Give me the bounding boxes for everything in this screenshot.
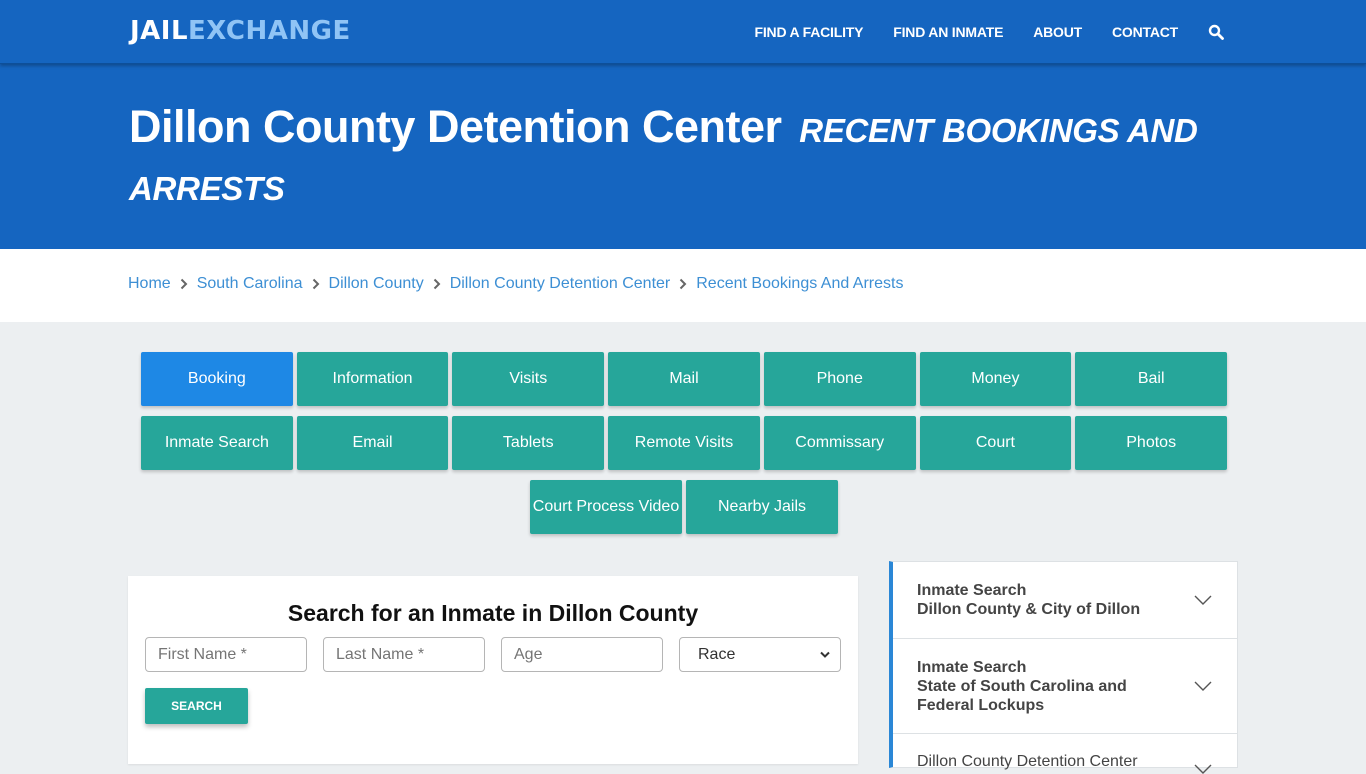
page-title: Dillon County Detention Center RECENT BO… (129, 98, 1229, 218)
accordion-item-title: Inmate Search (917, 659, 1027, 676)
search-icon[interactable] (1208, 24, 1224, 40)
breadcrumb-current[interactable]: Recent Bookings And Arrests (696, 275, 903, 293)
tile-court[interactable]: Court (919, 416, 1072, 470)
last-name-input[interactable] (323, 637, 485, 672)
facility-nav-tiles: Booking Information Visits Mail Phone Mo… (139, 352, 1229, 544)
accordion-item-title: Dillon County Detention Center (917, 753, 1138, 770)
tile-row-3: Court Process Video Nearby Jails (139, 480, 1229, 534)
logo-jail: JAIL (130, 16, 189, 46)
tile-mail[interactable]: Mail (608, 352, 760, 406)
tile-inmate-search[interactable]: Inmate Search (140, 416, 293, 470)
first-name-input[interactable] (145, 637, 307, 672)
accordion-item-title: Inmate Search (917, 582, 1027, 599)
facility-name: Dillon County Detention Center (129, 101, 782, 152)
tile-row-1: Booking Information Visits Mail Phone Mo… (139, 352, 1229, 406)
breadcrumb-home[interactable]: Home (128, 275, 171, 293)
tile-visits[interactable]: Visits (452, 352, 605, 406)
breadcrumb-facility[interactable]: Dillon County Detention Center (450, 275, 671, 293)
logo-exchange: EXCHANGE (188, 16, 351, 46)
accordion-item-subtitle: Dillon County & City of Dillon (917, 601, 1141, 618)
accordion-item-facility[interactable]: Dillon County Detention Center (893, 734, 1237, 774)
nav-find-facility[interactable]: FIND A FACILITY (755, 24, 864, 40)
breadcrumb-state[interactable]: South Carolina (197, 275, 303, 293)
accordion-item-subtitle: State of South Carolina and Federal Lock… (917, 678, 1127, 714)
tile-phone[interactable]: Phone (763, 352, 916, 406)
tile-booking[interactable]: Booking (140, 352, 293, 406)
tile-email[interactable]: Email (296, 416, 449, 470)
tile-court-process-video[interactable]: Court Process Video (530, 480, 682, 534)
chevron-down-icon (820, 651, 830, 658)
breadcrumb: Home South Carolina Dillon County Dillon… (128, 275, 903, 293)
tile-row-2: Inmate Search Email Tablets Remote Visit… (139, 416, 1229, 470)
chevron-down-icon[interactable] (1194, 595, 1212, 605)
nav-contact[interactable]: CONTACT (1112, 24, 1178, 40)
nav-links: FIND A FACILITY FIND AN INMATE ABOUT CON… (725, 0, 1224, 64)
nav-find-inmate[interactable]: FIND AN INMATE (893, 24, 1003, 40)
inmate-search-card: Search for an Inmate in Dillon County Ra… (128, 576, 858, 764)
search-button[interactable]: SEARCH (145, 688, 248, 724)
top-navbar: JAILEXCHANGE FIND A FACILITY FIND AN INM… (0, 0, 1366, 64)
breadcrumb-county[interactable]: Dillon County (329, 275, 424, 293)
tile-information[interactable]: Information (296, 352, 449, 406)
age-input[interactable] (501, 637, 663, 672)
hero-banner: Dillon County Detention Center RECENT BO… (0, 64, 1366, 249)
race-select-value: Race (698, 645, 736, 663)
tile-tablets[interactable]: Tablets (452, 416, 605, 470)
tile-remote-visits[interactable]: Remote Visits (608, 416, 760, 470)
tile-nearby-jails[interactable]: Nearby Jails (686, 480, 838, 534)
accordion-item-county-search[interactable]: Inmate Search Dillon County & City of Di… (893, 562, 1237, 639)
chevron-right-icon (180, 278, 188, 290)
tile-bail[interactable]: Bail (1075, 352, 1228, 406)
chevron-right-icon (312, 278, 319, 290)
nav-about[interactable]: ABOUT (1033, 24, 1082, 40)
site-logo[interactable]: JAILEXCHANGE (130, 16, 351, 46)
chevron-right-icon (433, 278, 441, 290)
search-title: Search for an Inmate in Dillon County (287, 600, 699, 626)
tile-photos[interactable]: Photos (1075, 416, 1228, 470)
search-accordion: Inmate Search Dillon County & City of Di… (889, 561, 1238, 774)
chevron-down-icon[interactable] (1194, 764, 1212, 774)
breadcrumb-bar: Home South Carolina Dillon County Dillon… (0, 249, 1366, 322)
tile-money[interactable]: Money (919, 352, 1072, 406)
tile-commissary[interactable]: Commissary (763, 416, 916, 470)
chevron-down-icon[interactable] (1194, 681, 1212, 691)
race-select[interactable]: Race (679, 637, 841, 672)
chevron-right-icon (680, 278, 687, 290)
accordion-item-state-search[interactable]: Inmate Search State of South Carolina an… (893, 639, 1237, 734)
